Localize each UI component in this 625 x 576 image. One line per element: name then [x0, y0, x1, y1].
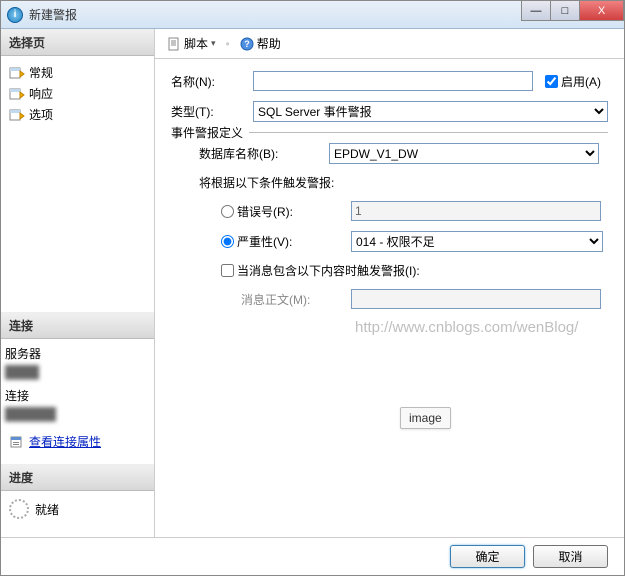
- progress-status: 就绪: [35, 501, 59, 518]
- sidebar-item-label: 选项: [29, 106, 53, 123]
- window-title: 新建警报: [29, 6, 77, 23]
- conn-value: ██████: [5, 407, 150, 421]
- errno-label: 错误号(R):: [237, 203, 293, 220]
- connection-header: 连接: [1, 312, 154, 339]
- enable-checkbox[interactable]: [545, 75, 558, 88]
- ok-button[interactable]: 确定: [450, 545, 525, 568]
- help-icon: ?: [240, 37, 254, 51]
- view-conn-props[interactable]: 查看连接属性: [5, 431, 150, 452]
- info-icon: i: [7, 7, 23, 23]
- script-label: 脚本: [184, 35, 208, 52]
- errno-radio-wrap[interactable]: 错误号(R):: [221, 203, 351, 220]
- cond-label: 将根据以下条件触发警报:: [199, 174, 334, 191]
- script-button[interactable]: 脚本 ▾: [163, 33, 220, 54]
- msg-trigger-wrap[interactable]: 当消息包含以下内容时触发警报(I):: [221, 262, 420, 279]
- type-select[interactable]: SQL Server 事件警报: [253, 101, 608, 122]
- msg-trigger-label: 当消息包含以下内容时触发警报(I):: [237, 262, 420, 279]
- server-value: ████: [5, 365, 150, 379]
- minimize-button[interactable]: —: [521, 1, 551, 21]
- image-placeholder: image: [400, 407, 451, 429]
- severity-select[interactable]: 014 - 权限不足: [351, 231, 603, 252]
- cancel-button[interactable]: 取消: [533, 545, 608, 568]
- help-button[interactable]: ? 帮助: [236, 33, 285, 54]
- msg-text-input: [351, 289, 601, 309]
- script-icon: [167, 37, 181, 51]
- sidebar-item-response[interactable]: 响应: [5, 83, 150, 104]
- enable-checkbox-wrap[interactable]: 启用(A): [545, 73, 601, 90]
- dropdown-icon: ▾: [211, 38, 216, 49]
- sidebar-item-options[interactable]: 选项: [5, 104, 150, 125]
- sidebar-item-general[interactable]: 常规: [5, 62, 150, 83]
- event-alert-def: 事件警报定义 数据库名称(B): EPDW_V1_DW 将根据以下条件触发警报:: [171, 132, 608, 309]
- dialog-window: i 新建警报 — □ X 选择页 常规 响应: [0, 0, 625, 576]
- progress-status-row: 就绪: [5, 497, 150, 521]
- type-label: 类型(T):: [171, 103, 253, 120]
- severity-radio-wrap[interactable]: 严重性(V):: [221, 233, 351, 250]
- select-page-panel: 选择页 常规 响应 选项: [1, 29, 154, 137]
- db-select[interactable]: EPDW_V1_DW: [329, 143, 599, 164]
- connection-panel: 连接 服务器 ████ 连接 ██████ 查看连接属性: [1, 312, 154, 464]
- maximize-button[interactable]: □: [550, 1, 580, 21]
- help-label: 帮助: [257, 35, 281, 52]
- errno-input: [351, 201, 601, 221]
- button-bar: 确定 取消: [1, 537, 624, 575]
- titlebar: i 新建警报 — □ X: [1, 1, 624, 29]
- page-icon: [9, 87, 25, 101]
- content-pane: 脚本 ▾ • ? 帮助 名称(N): 启用(A): [155, 29, 624, 538]
- msg-text-label: 消息正文(M):: [241, 291, 351, 308]
- msg-trigger-checkbox[interactable]: [221, 264, 234, 277]
- server-label: 服务器: [5, 345, 150, 362]
- select-page-header: 选择页: [1, 29, 154, 56]
- svg-text:?: ?: [244, 39, 250, 49]
- db-label: 数据库名称(B):: [199, 145, 329, 162]
- severity-radio[interactable]: [221, 235, 234, 248]
- name-label: 名称(N):: [171, 73, 253, 90]
- enable-label: 启用(A): [561, 73, 601, 90]
- severity-label: 严重性(V):: [237, 233, 292, 250]
- close-button[interactable]: X: [579, 1, 624, 21]
- conn-label: 连接: [5, 387, 150, 404]
- page-icon: [9, 108, 25, 122]
- sidebar-item-label: 常规: [29, 64, 53, 81]
- sidebar-item-label: 响应: [29, 85, 53, 102]
- watermark-text: http://www.cnblogs.com/wenBlog/: [355, 319, 578, 336]
- progress-panel: 进度 就绪: [1, 464, 154, 533]
- separator: •: [226, 37, 230, 51]
- window-buttons: — □ X: [522, 1, 624, 21]
- view-conn-props-link[interactable]: 查看连接属性: [29, 433, 101, 450]
- sidebar: 选择页 常规 响应 选项: [1, 29, 155, 538]
- spinner-icon: [9, 499, 29, 519]
- form: 名称(N): 启用(A) 类型(T): SQL Server 事件警报 事件警报…: [155, 59, 624, 309]
- properties-icon: [9, 435, 25, 449]
- main-area: 选择页 常规 响应 选项: [1, 29, 624, 538]
- def-legend: 事件警报定义: [171, 124, 249, 141]
- toolbar: 脚本 ▾ • ? 帮助: [155, 29, 624, 59]
- page-icon: [9, 66, 25, 80]
- progress-header: 进度: [1, 464, 154, 491]
- errno-radio[interactable]: [221, 205, 234, 218]
- name-input[interactable]: [253, 71, 533, 91]
